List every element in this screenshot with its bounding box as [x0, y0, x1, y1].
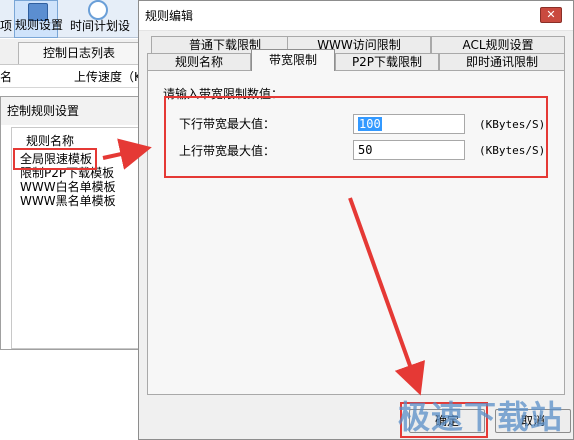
tab-bandwidth-limit[interactable]: 带宽限制 [251, 49, 335, 71]
arrow-to-ok-button [348, 197, 425, 396]
arrow-to-bandwidth-fields [102, 138, 152, 170]
site-watermark: 极速下载站 [398, 398, 564, 436]
